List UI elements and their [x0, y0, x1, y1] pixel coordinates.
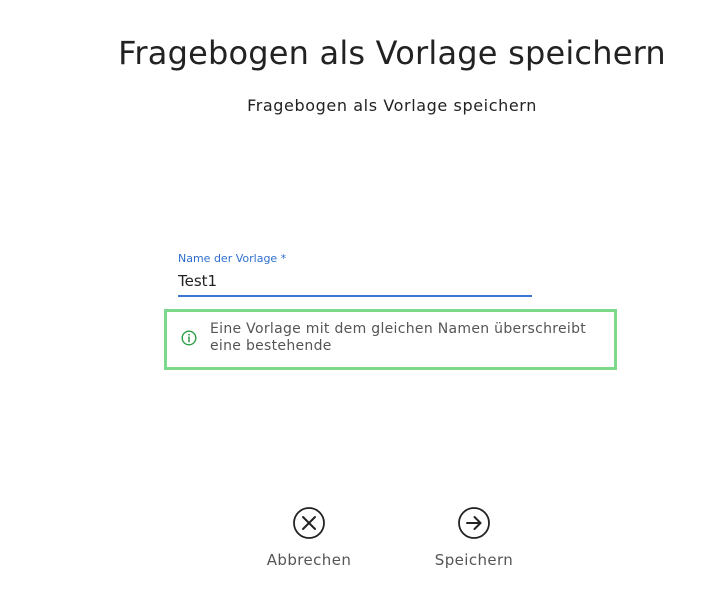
info-circle-icon: [181, 330, 197, 346]
info-message-text: Eine Vorlage mit dem gleichen Namen über…: [210, 321, 587, 354]
save-button[interactable]: Speichern: [404, 506, 544, 569]
cancel-label: Abbrechen: [266, 551, 352, 569]
dialog-title: Fragebogen als Vorlage speichern: [118, 34, 666, 72]
arrow-right-circle-icon: [458, 507, 490, 539]
dialog-subtitle: Fragebogen als Vorlage speichern: [247, 96, 537, 115]
cancel-button[interactable]: Abbrechen: [239, 506, 379, 569]
template-name-input[interactable]: [178, 266, 532, 297]
template-name-field: Name der Vorlage *: [178, 252, 532, 297]
info-message-box: Eine Vorlage mit dem gleichen Namen über…: [164, 309, 617, 370]
close-circle-icon: [293, 507, 325, 539]
template-name-label: Name der Vorlage *: [178, 252, 287, 265]
save-label: Speichern: [434, 551, 514, 569]
